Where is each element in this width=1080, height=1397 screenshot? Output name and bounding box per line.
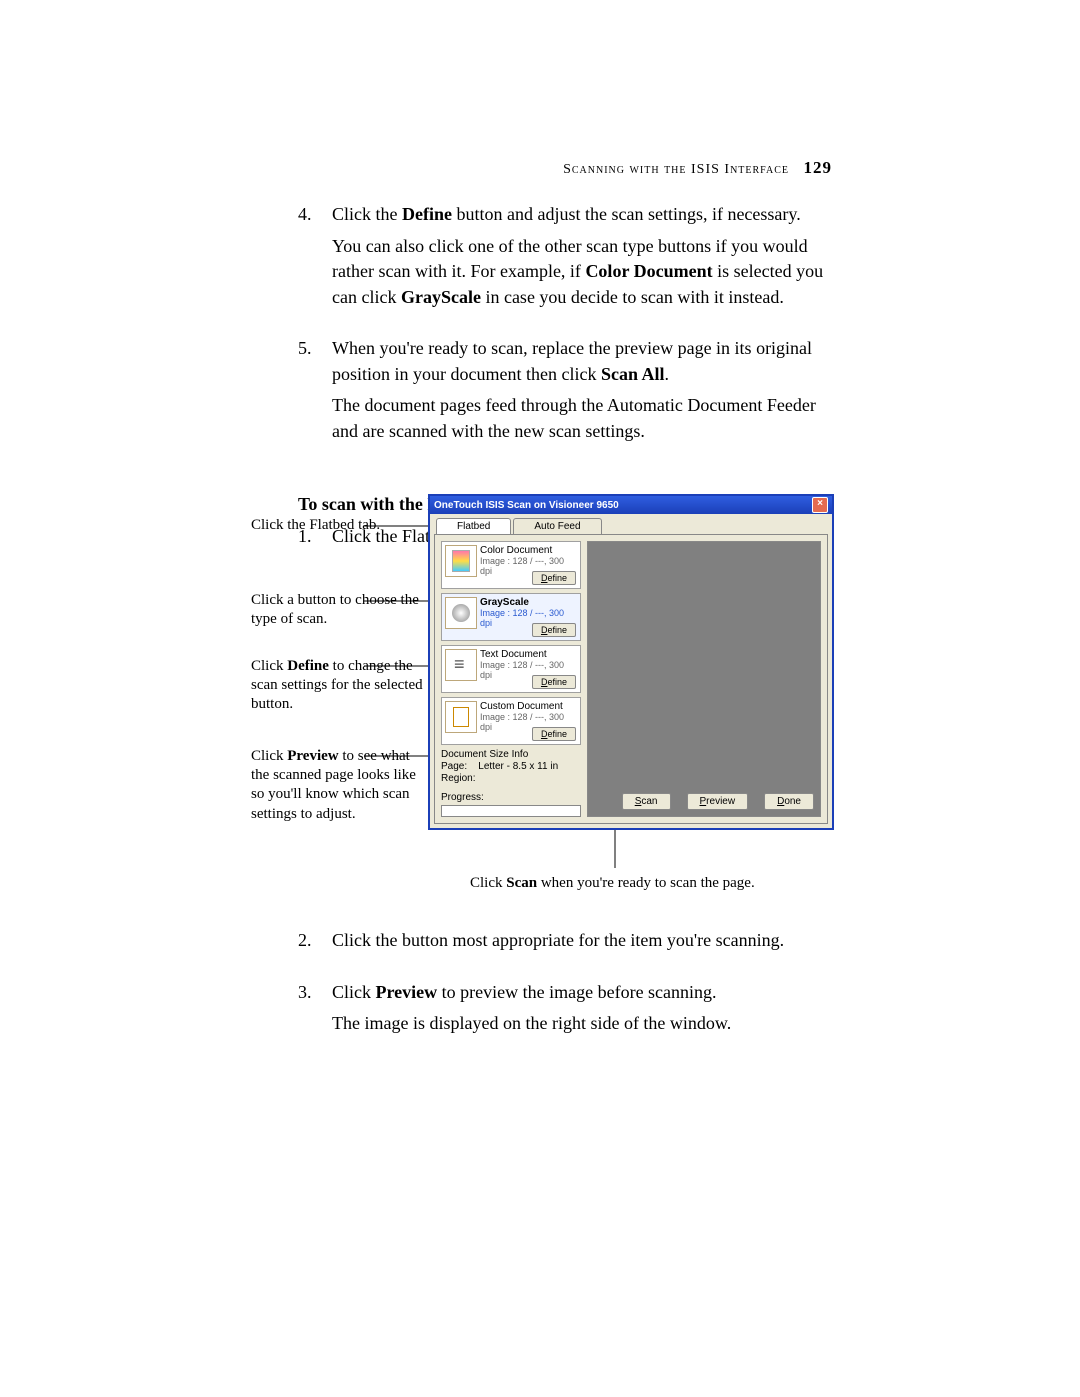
dialog-title: OneTouch ISIS Scan on Visioneer 9650 (434, 500, 619, 511)
gray-icon (445, 597, 477, 629)
document-page: { "header": {"section": "Scanning with t… (0, 0, 1080, 1397)
custom-icon (445, 701, 477, 733)
tab-panel: Color DocumentImage : 128 / ---, 300 dpi… (434, 534, 828, 824)
callout-define: Click Define to change the scan settings… (251, 657, 426, 715)
tab-autofeed[interactable]: Auto Feed (513, 518, 601, 534)
scan-option-color[interactable]: Color DocumentImage : 128 / ---, 300 dpi… (441, 541, 581, 589)
scan-option-title: Color Document (480, 545, 572, 556)
tab-row: Flatbed Auto Feed (436, 518, 832, 534)
color-icon (445, 545, 477, 577)
dialog-button-row: Scan Preview Done (622, 793, 814, 810)
document-size-info: Document Size Info Page: Letter - 8.5 x … (441, 749, 581, 784)
scan-option-custom[interactable]: Custom DocumentImage : 128 / ---, 300 dp… (441, 697, 581, 745)
list-paragraph: You can also click one of the other scan… (332, 234, 833, 311)
caption-click-scan: Click Scan when you're ready to scan the… (470, 875, 755, 892)
dsi-region-label: Region: (441, 773, 475, 784)
callout-preview: Click Preview to see what the scanned pa… (251, 747, 426, 824)
scan-options-column: Color DocumentImage : 128 / ---, 300 dpi… (441, 541, 581, 817)
preview-button[interactable]: Preview (687, 793, 749, 810)
list-number: 4. (298, 202, 332, 228)
progress-bar (441, 805, 581, 817)
scan-option-title: GrayScale (480, 597, 572, 608)
progress-label: Progress: (441, 792, 581, 803)
progress-section: Progress: (441, 792, 581, 817)
scan-button-rest: can (641, 796, 657, 807)
figure-scan-dialog: Click the Flatbed tab. Click a button to… (251, 494, 833, 904)
list-paragraph: The image is displayed on the right side… (332, 1011, 833, 1037)
steps-bottom-container: 2.Click the button most appropriate for … (298, 928, 833, 1063)
dialog-titlebar[interactable]: OneTouch ISIS Scan on Visioneer 9650 × (430, 496, 832, 514)
done-button-rest: one (784, 796, 801, 807)
list-text: Click the Define button and adjust the s… (332, 202, 833, 228)
scan-button[interactable]: Scan (622, 793, 671, 810)
list-text: Click Preview to preview the image befor… (332, 980, 833, 1006)
list-number: 3. (298, 980, 332, 1006)
preview-button-rest: review (706, 796, 735, 807)
dsi-heading: Document Size Info (441, 749, 581, 760)
list-item: 3.Click Preview to preview the image bef… (298, 980, 833, 1006)
define-button[interactable]: Define (532, 571, 576, 585)
define-button[interactable]: Define (532, 675, 576, 689)
section-title: Scanning with the ISIS Interface (563, 162, 789, 177)
list-number: 5. (298, 336, 332, 387)
page-header: Scanning with the ISIS Interface 129 (563, 158, 832, 178)
page-number: 129 (804, 158, 833, 177)
tab-flatbed[interactable]: Flatbed (436, 518, 511, 534)
define-button[interactable]: Define (532, 623, 576, 637)
close-icon[interactable]: × (812, 497, 828, 513)
dsi-page-label: Page: (441, 761, 467, 772)
callout-choose-button: Click a button to choose the type of sca… (251, 591, 426, 629)
scan-option-text[interactable]: Text DocumentImage : 128 / ---, 300 dpiD… (441, 645, 581, 693)
define-button[interactable]: Define (532, 727, 576, 741)
list-text: When you're ready to scan, replace the p… (332, 336, 833, 387)
preview-area: Scan Preview Done (587, 541, 821, 817)
list-item: 5.When you're ready to scan, replace the… (298, 336, 833, 387)
dsi-page-value: Letter - 8.5 x 11 in (478, 761, 558, 772)
scan-option-title: Custom Document (480, 701, 572, 712)
callout-flatbed-tab: Click the Flatbed tab. (251, 516, 426, 535)
list-item: 4.Click the Define button and adjust the… (298, 202, 833, 228)
list-text: Click the button most appropriate for th… (332, 928, 833, 954)
text-icon (445, 649, 477, 681)
list-number: 2. (298, 928, 332, 954)
done-button[interactable]: Done (764, 793, 814, 810)
scan-option-gray[interactable]: GrayScaleImage : 128 / ---, 300 dpiDefin… (441, 593, 581, 641)
scan-dialog: OneTouch ISIS Scan on Visioneer 9650 × F… (428, 494, 834, 830)
scan-option-title: Text Document (480, 649, 572, 660)
list-item: 2.Click the button most appropriate for … (298, 928, 833, 954)
list-paragraph: The document pages feed through the Auto… (332, 393, 833, 444)
